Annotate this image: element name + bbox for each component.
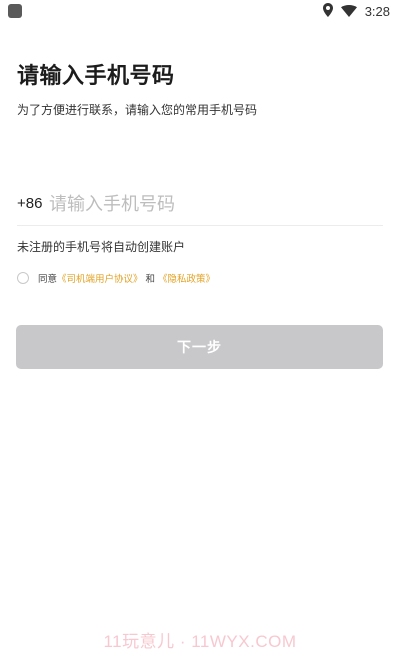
agreement-checkbox[interactable] bbox=[17, 272, 29, 284]
privacy-policy-link[interactable]: 《隐私政策》 bbox=[158, 271, 215, 285]
auto-register-hint: 未注册的手机号将自动创建账户 bbox=[17, 240, 186, 254]
wifi-icon bbox=[340, 2, 357, 21]
watermark: 11玩意儿 · 11WYX.COM bbox=[103, 632, 297, 651]
page-subtitle: 为了方便进行联系，请输入您的常用手机号码 bbox=[17, 103, 258, 117]
agreement-connector: 和 bbox=[145, 274, 156, 285]
user-agreement-link[interactable]: 《司机端用户协议》 bbox=[57, 271, 143, 285]
location-icon bbox=[322, 2, 333, 21]
next-step-button[interactable]: 下一步 bbox=[16, 325, 383, 369]
page-title: 请输入手机号码 bbox=[17, 64, 175, 89]
phone-input[interactable] bbox=[49, 188, 369, 220]
status-time: 3:28 bbox=[364, 3, 390, 19]
agreement-prefix: 同意 bbox=[38, 274, 58, 285]
status-icons: 3:28 bbox=[322, 2, 390, 21]
country-code[interactable]: +86 bbox=[17, 195, 42, 212]
agreement-row: 同意 《司机端用户协议》 和 《隐私政策》 bbox=[17, 270, 215, 286]
phone-field-row: +86 bbox=[17, 186, 383, 226]
app-notification-icon bbox=[8, 4, 22, 18]
status-bar: 3:28 bbox=[0, 0, 400, 22]
